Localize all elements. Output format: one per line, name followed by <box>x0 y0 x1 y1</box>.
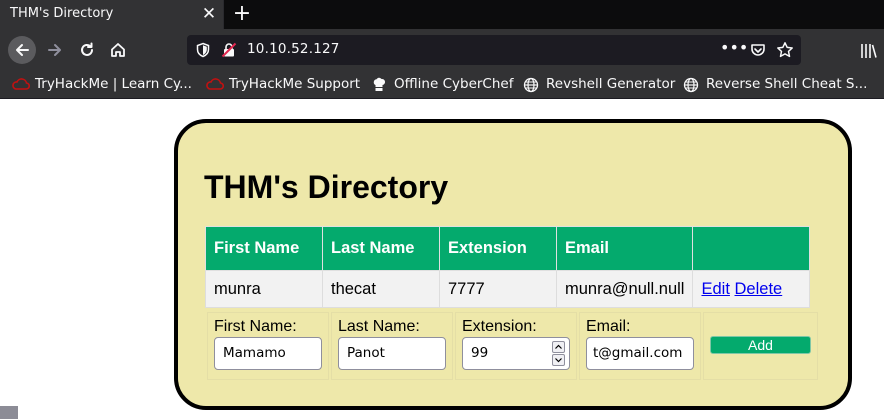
globe-icon <box>523 77 539 93</box>
form-row: First Name: Mamamo Last Name: Panot Exte… <box>207 312 818 380</box>
bookmark-label: TryHackMe | Learn Cy... <box>35 76 192 92</box>
email-input[interactable]: t@gmail.com <box>586 337 694 370</box>
table-header-row: First Name Last Name Extension Email <box>205 226 811 271</box>
tryhackme-icon <box>206 78 224 90</box>
form-cell-first-name: First Name: Mamamo <box>207 312 329 380</box>
column-header-first-name: First Name <box>205 226 323 271</box>
bookmark-star-icon[interactable] <box>776 41 794 59</box>
home-icon <box>111 43 125 57</box>
cell-email: munra@null.null <box>555 270 694 308</box>
spinner-up-icon[interactable] <box>552 341 565 353</box>
email-label: Email: <box>586 318 631 335</box>
corner-resize-handle <box>0 406 18 419</box>
chef-hat-icon <box>373 77 386 91</box>
first-name-input[interactable]: Mamamo <box>214 337 322 370</box>
tab-bar: THM's Directory ✕ + <box>0 0 884 29</box>
extension-input[interactable]: 99 <box>462 337 570 370</box>
bookmarks-toolbar: TryHackMe | Learn Cy... TryHackMe Suppor… <box>0 71 884 99</box>
spinner-down-icon[interactable] <box>552 354 565 366</box>
bookmark-label: Reverse Shell Cheat S... <box>706 76 868 92</box>
url-text[interactable]: 10.10.52.127 <box>247 41 340 57</box>
url-bar[interactable]: 10.10.52.127 ••• <box>187 35 801 65</box>
globe-icon <box>683 77 699 93</box>
column-header-actions <box>692 226 811 271</box>
column-header-extension: Extension <box>439 226 557 271</box>
cell-extension: 7777 <box>439 270 557 308</box>
column-header-last-name: Last Name <box>322 226 440 271</box>
tab-active[interactable]: THM's Directory ✕ <box>0 0 224 29</box>
last-name-label: Last Name: <box>338 318 420 335</box>
form-cell-extension: Extension: 99 <box>455 312 577 380</box>
cell-first-name: munra <box>205 270 323 308</box>
first-name-label: First Name: <box>214 318 297 335</box>
bookmark-label: Revshell Generator <box>546 76 676 92</box>
extension-label: Extension: <box>462 318 537 335</box>
directory-table: First Name Last Name Extension Email mun… <box>205 226 811 308</box>
page-actions-menu-icon[interactable]: ••• <box>720 38 748 57</box>
directory-card: THM's Directory First Name Last Name Ext… <box>174 119 852 410</box>
navigation-toolbar: 10.10.52.127 ••• <box>0 29 884 71</box>
tab-close-icon[interactable]: ✕ <box>200 3 218 25</box>
library-icon[interactable] <box>860 43 878 59</box>
new-tab-button[interactable]: + <box>230 1 254 27</box>
add-button[interactable]: Add <box>710 336 811 354</box>
bookmark-label: Offline CyberChef <box>394 76 514 92</box>
number-spinner[interactable] <box>552 341 565 366</box>
arrow-left-icon <box>16 44 29 56</box>
tab-title: THM's Directory <box>10 6 114 21</box>
tryhackme-icon <box>12 78 30 90</box>
reload-button[interactable] <box>73 36 101 64</box>
form-cell-add: Add <box>703 312 818 380</box>
last-name-input[interactable]: Panot <box>338 337 446 370</box>
edit-link[interactable]: Edit <box>701 280 729 298</box>
cell-last-name: thecat <box>322 270 440 308</box>
shield-icon[interactable] <box>195 42 211 58</box>
add-entry-form: First Name: Mamamo Last Name: Panot Exte… <box>205 310 820 382</box>
extension-input-value: 99 <box>471 345 489 361</box>
cell-actions: Edit Delete <box>692 270 811 308</box>
page-title: THM's Directory <box>204 169 449 205</box>
back-button[interactable] <box>8 36 36 64</box>
form-cell-last-name: Last Name: Panot <box>331 312 453 380</box>
arrow-right-icon <box>48 44 61 56</box>
home-button[interactable] <box>104 36 132 64</box>
column-header-email: Email <box>555 226 694 271</box>
form-cell-email: Email: t@gmail.com <box>579 312 701 380</box>
forward-button[interactable] <box>41 36 69 64</box>
table-row: munra thecat 7777 munra@null.null Edit D… <box>205 270 811 308</box>
insecure-lock-icon[interactable] <box>221 42 237 58</box>
page-viewport: THM's Directory First Name Last Name Ext… <box>0 100 884 419</box>
delete-link[interactable]: Delete <box>735 280 783 298</box>
pocket-icon[interactable] <box>750 42 766 58</box>
bookmark-label: TryHackMe Support <box>229 76 361 92</box>
reload-icon <box>81 42 93 56</box>
